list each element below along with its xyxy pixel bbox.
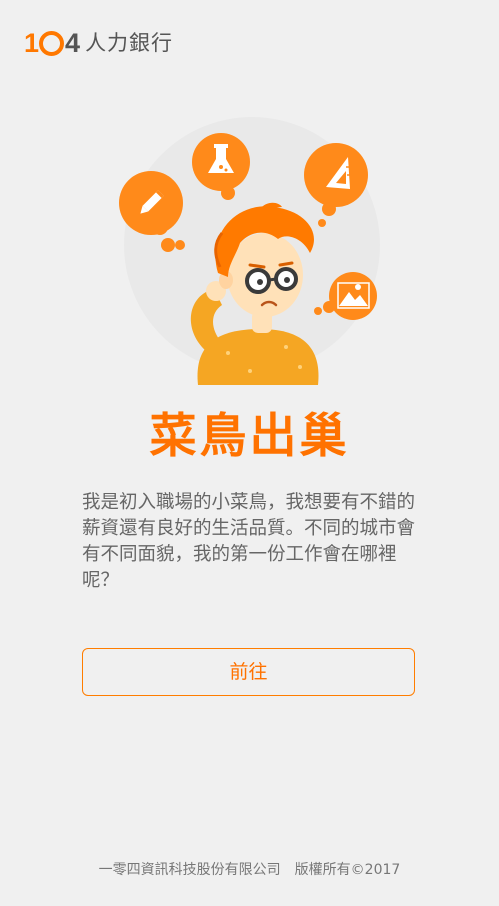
logo-digit-4: 4 [65,28,80,58]
logo-digit-0-ring [39,30,65,56]
page-title: 菜鳥出巢 [149,409,350,464]
go-button[interactable]: 前往 [82,648,415,696]
logo-number: 1 4 [24,28,80,58]
thinking-newbie-illustration [119,117,380,385]
brand-logo[interactable]: 1 4 人力銀行 [24,28,173,58]
footer: 一零四資訊科技股份有限公司 版權所有©2017 [0,858,499,882]
footer-company: 一零四資訊科技股份有限公司 [98,862,281,878]
logo-text: 人力銀行 [85,31,174,55]
footer-copyright: 版權所有©2017 [294,862,401,878]
intro-description: 我是初入職場的小菜鳥，我想要有不錯的薪資還有良好的生活品質。不同的城市會有不同面… [82,492,416,591]
logo-digit-1: 1 [24,28,39,58]
